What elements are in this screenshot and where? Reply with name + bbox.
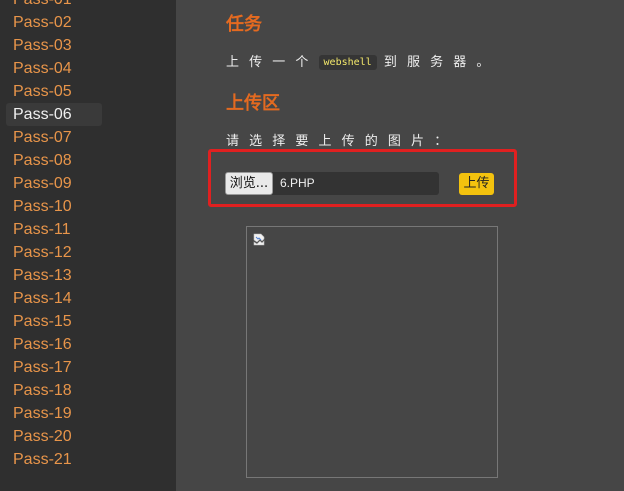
main-content: 任务 上 传 一 个 webshell 到 服 务 器 。 上传区 请 选 择 …: [176, 0, 624, 491]
file-name: 6.PHP: [280, 176, 315, 190]
sidebar-item-pass-18[interactable]: Pass-18: [6, 379, 102, 402]
sidebar-item-pass-06[interactable]: Pass-06: [6, 103, 102, 126]
sidebar-item-pass-01[interactable]: Pass-01: [6, 0, 102, 11]
sidebar-item-pass-11[interactable]: Pass-11: [6, 218, 102, 241]
task-text-before: 上 传 一 个: [226, 55, 319, 70]
file-input[interactable]: 浏览... 6.PHP: [225, 172, 439, 195]
sidebar: Pass-01 Pass-02 Pass-03 Pass-04 Pass-05 …: [0, 0, 176, 491]
upload-prompt: 请 选 择 要 上 传 的 图 片 ：: [226, 134, 451, 149]
task-text-after: 到 服 务 器 。: [376, 55, 493, 70]
broken-image-icon: [253, 233, 265, 246]
sidebar-item-pass-02[interactable]: Pass-02: [6, 11, 102, 34]
sidebar-item-pass-09[interactable]: Pass-09: [6, 172, 102, 195]
sidebar-item-pass-07[interactable]: Pass-07: [6, 126, 102, 149]
sidebar-item-pass-08[interactable]: Pass-08: [6, 149, 102, 172]
upload-button[interactable]: 上传: [459, 173, 494, 195]
sidebar-item-pass-20[interactable]: Pass-20: [6, 425, 102, 448]
sidebar-item-pass-15[interactable]: Pass-15: [6, 310, 102, 333]
task-code: webshell: [318, 55, 377, 70]
sidebar-item-pass-13[interactable]: Pass-13: [6, 264, 102, 287]
image-preview: [246, 226, 498, 478]
upload-title: 上传区: [226, 93, 280, 114]
task-title: 任务: [226, 14, 262, 35]
browse-button[interactable]: 浏览...: [225, 172, 273, 195]
sidebar-list: Pass-01 Pass-02 Pass-03 Pass-04 Pass-05 …: [0, 0, 176, 471]
sidebar-item-pass-14[interactable]: Pass-14: [6, 287, 102, 310]
sidebar-item-pass-19[interactable]: Pass-19: [6, 402, 102, 425]
sidebar-item-pass-04[interactable]: Pass-04: [6, 57, 102, 80]
sidebar-item-pass-03[interactable]: Pass-03: [6, 34, 102, 57]
sidebar-item-pass-05[interactable]: Pass-05: [6, 80, 102, 103]
sidebar-item-pass-16[interactable]: Pass-16: [6, 333, 102, 356]
task-description: 上 传 一 个 webshell 到 服 务 器 。: [226, 51, 492, 70]
sidebar-item-pass-12[interactable]: Pass-12: [6, 241, 102, 264]
sidebar-item-pass-10[interactable]: Pass-10: [6, 195, 102, 218]
sidebar-item-pass-17[interactable]: Pass-17: [6, 356, 102, 379]
sidebar-item-pass-21[interactable]: Pass-21: [6, 448, 102, 471]
